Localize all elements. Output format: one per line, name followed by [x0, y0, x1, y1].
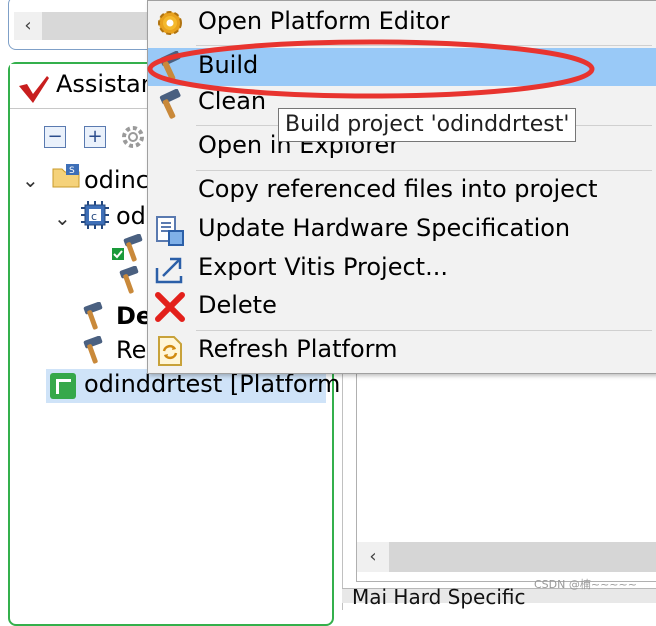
- tree-platform-node[interactable]: odinddrtest [Platform: [84, 370, 340, 398]
- build-config-hammer-icon: [119, 266, 139, 294]
- menu-item-label: Update Hardware Specification: [198, 214, 571, 242]
- menu-separator: [196, 330, 652, 331]
- settings-gear-icon[interactable]: [120, 124, 146, 150]
- build-tooltip: Build project 'odinddrtest': [278, 108, 577, 142]
- build-config-hammer-icon: [112, 234, 143, 262]
- platform-icon: [50, 373, 76, 399]
- hammer-icon: [83, 336, 103, 364]
- expand-chevron-icon[interactable]: ⌄: [54, 206, 71, 230]
- menu-item-label: Refresh Platform: [198, 335, 398, 363]
- scroll-left-arrow-icon[interactable]: ‹: [357, 542, 389, 572]
- tree-component-node[interactable]: od: [116, 202, 146, 230]
- menu-item-delete[interactable]: Delete: [148, 289, 656, 327]
- menu-item-copy-referenced-files[interactable]: Copy referenced files into project: [148, 173, 656, 211]
- menu-item-label: Open Platform Editor: [198, 7, 450, 35]
- scroll-left-arrow-icon[interactable]: ‹: [14, 12, 42, 40]
- export-icon: [155, 257, 183, 284]
- menu-item-refresh-platform[interactable]: Refresh Platform: [148, 333, 656, 371]
- expand-all-icon[interactable]: +: [84, 126, 106, 148]
- delete-x-icon: [155, 292, 185, 322]
- menu-item-label: Delete: [198, 291, 277, 319]
- assistant-title: Assistan: [56, 70, 156, 98]
- refresh-icon: [158, 336, 182, 366]
- expand-chevron-icon[interactable]: ⌄: [22, 168, 39, 192]
- top-horizontal-scrollbar[interactable]: ‹: [14, 12, 160, 40]
- hardware-spec-icon: [156, 216, 184, 246]
- tree-system-node[interactable]: odinc: [84, 166, 149, 194]
- vitis-logo-icon: [19, 76, 49, 103]
- menu-item-export-vitis-project[interactable]: Export Vitis Project...: [148, 251, 656, 289]
- component-chip-icon: c: [81, 201, 109, 229]
- bottom-tab-labels[interactable]: Mai Hard Specific: [352, 585, 526, 609]
- collapse-all-icon[interactable]: −: [44, 126, 66, 148]
- menu-item-label: Export Vitis Project...: [198, 253, 448, 281]
- menu-item-update-hardware-spec[interactable]: Update Hardware Specification: [148, 212, 656, 250]
- hammer-icon: [83, 302, 103, 330]
- menu-item-open-platform-editor[interactable]: Open Platform Editor: [148, 3, 656, 43]
- system-project-folder-icon: S: [52, 164, 80, 188]
- menu-item-label: Copy referenced files into project: [198, 175, 598, 203]
- bottom-horizontal-scrollbar[interactable]: ‹: [357, 542, 656, 572]
- gear-icon: [158, 11, 182, 35]
- tree-item-re[interactable]: Re: [116, 336, 146, 364]
- red-highlight-ellipse: [147, 39, 595, 99]
- svg-text:c: c: [91, 210, 97, 223]
- svg-text:S: S: [69, 166, 75, 176]
- watermark-text: CSDN @楠~~~~~: [534, 578, 637, 591]
- menu-separator: [196, 170, 652, 171]
